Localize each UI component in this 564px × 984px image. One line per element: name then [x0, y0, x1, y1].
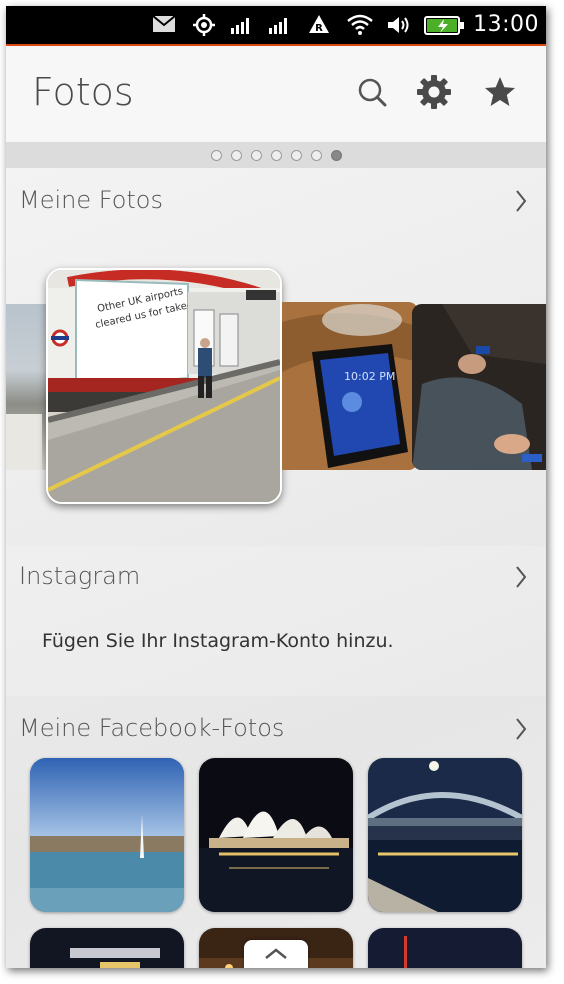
bottom-edge-handle[interactable] [244, 940, 308, 968]
page-dot[interactable] [250, 149, 262, 161]
settings-icon[interactable] [416, 74, 452, 110]
roaming-icon: R [309, 15, 329, 34]
facebook-photo-thumbnail[interactable] [368, 928, 522, 968]
search-icon[interactable] [354, 74, 390, 110]
facebook-photo-thumbnail[interactable] [30, 758, 184, 912]
page-dot[interactable] [210, 149, 222, 161]
my-photos-carousel[interactable]: Other UK airports cleared us for take-of… [6, 268, 546, 518]
facebook-photo-thumbnail[interactable] [199, 758, 353, 912]
chevron-right-icon [516, 566, 527, 588]
clock: 13:00 [473, 12, 539, 37]
wifi-icon [347, 14, 373, 35]
chevron-up-icon [265, 948, 287, 959]
photo-night-tower [368, 928, 522, 968]
phone-screen: R 13:00 Fotos Meine Fotos Other UK airpo… [6, 6, 546, 968]
photo-thumbnail[interactable]: 10:02 PM [282, 302, 418, 470]
photo-opera-house-night [199, 758, 353, 912]
photo-thumbnail-featured[interactable]: Other UK airports cleared us for take-of… [46, 268, 282, 504]
section-title: Meine Facebook-Fotos [19, 714, 285, 742]
photo-harbour-fountain [30, 758, 184, 912]
photo-night-skyline [30, 928, 184, 968]
page-dot-active[interactable] [330, 149, 342, 161]
app-header: Fotos [6, 46, 546, 143]
photo-thumbnail[interactable] [412, 304, 546, 470]
section-header-instagram[interactable]: Instagram [6, 548, 546, 604]
section-title: Instagram [19, 562, 141, 590]
signal-icon [231, 18, 249, 34]
page-dot[interactable] [290, 149, 302, 161]
instagram-add-account-hint[interactable]: Fügen Sie Ihr Instagram-Konto hinzu. [42, 630, 394, 652]
page-dot[interactable] [310, 149, 322, 161]
photo-harbour-bridge-night [368, 758, 522, 912]
section-header-my-photos[interactable]: Meine Fotos [6, 172, 546, 228]
volume-icon [388, 17, 409, 33]
photo-people-phone [412, 304, 546, 470]
section-title: Meine Fotos [19, 186, 163, 214]
page-indicator [6, 142, 546, 168]
battery-charging-icon [424, 16, 464, 35]
photo-smartphone: 10:02 PM [282, 302, 418, 470]
page-title: Fotos [32, 70, 134, 114]
photo-tube-platform: Other UK airports cleared us for take-of… [48, 270, 280, 502]
svg-text:10:02 PM: 10:02 PM [344, 370, 395, 383]
facebook-photo-thumbnail[interactable] [368, 758, 522, 912]
signal-icon [269, 18, 287, 34]
page-dot[interactable] [230, 149, 242, 161]
chevron-right-icon [516, 718, 527, 740]
section-header-facebook[interactable]: Meine Facebook-Fotos [6, 700, 546, 756]
mail-icon [152, 15, 176, 32]
facebook-photo-thumbnail[interactable] [30, 928, 184, 968]
chevron-right-icon [516, 190, 527, 212]
page-dot[interactable] [270, 149, 282, 161]
favorite-star-icon[interactable] [482, 74, 518, 110]
svg-text:R: R [315, 23, 323, 34]
location-icon [193, 14, 215, 36]
status-bar: R 13:00 [6, 6, 546, 46]
